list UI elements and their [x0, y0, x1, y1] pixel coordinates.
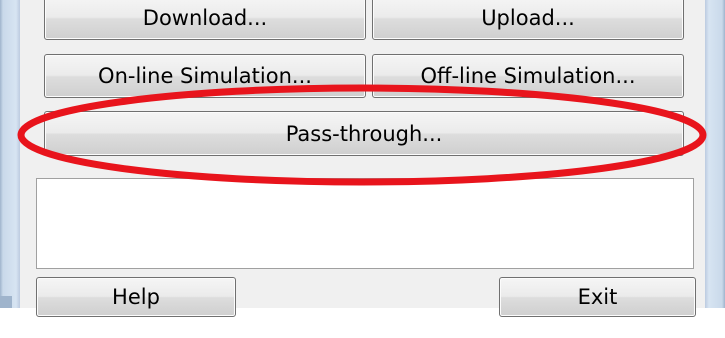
window-frame-right: [705, 0, 725, 308]
offline-simulation-button[interactable]: Off-line Simulation...: [372, 54, 684, 98]
window-frame-left: [0, 0, 20, 308]
dialog-client-area: Download... Upload... On-line Simulation…: [20, 0, 705, 317]
exit-button[interactable]: Exit: [499, 277, 696, 317]
download-button[interactable]: Download...: [44, 0, 366, 40]
upload-button[interactable]: Upload...: [372, 0, 684, 40]
pass-through-button[interactable]: Pass-through...: [44, 111, 684, 156]
online-simulation-button[interactable]: On-line Simulation...: [44, 54, 366, 98]
dialog-window: Download... Upload... On-line Simulation…: [0, 0, 725, 338]
status-output-box: [36, 178, 694, 269]
window-frame-corner: [0, 296, 12, 308]
help-button[interactable]: Help: [36, 277, 236, 317]
